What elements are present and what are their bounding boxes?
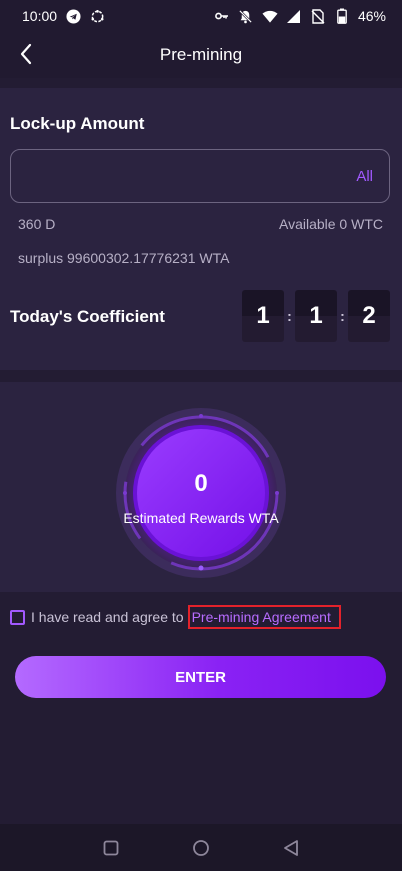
coefficient-label: Today's Coefficient — [10, 307, 165, 326]
lockup-amount-box: All — [10, 149, 390, 203]
home-circle-icon — [193, 839, 209, 856]
pre-mining-agreement-link[interactable]: Pre-mining Agreement — [187, 605, 341, 629]
coefficient-digit: 2 — [348, 290, 390, 342]
agreement-text: I have read and agree to — [31, 609, 184, 625]
all-button[interactable]: All — [356, 168, 373, 185]
battery-icon — [334, 8, 350, 24]
signal-icon — [286, 8, 302, 24]
nav-back-button[interactable] — [279, 836, 303, 860]
lockup-amount-input[interactable] — [27, 167, 349, 185]
lockup-card: Lock-up Amount All 360 D Available 0 WTC… — [0, 88, 402, 370]
agreement-row: I have read and agree to Pre-mining Agre… — [10, 604, 341, 630]
agreement-checkbox[interactable] — [10, 609, 25, 625]
coefficient-digit: 1 — [295, 290, 337, 342]
coefficient-separator: : — [340, 308, 345, 324]
surplus-text: surplus 99600302.17776231 WTA — [18, 250, 230, 266]
no-sim-icon — [310, 8, 326, 24]
status-left: 10:00 — [22, 8, 105, 24]
lockup-info-row: 360 D Available 0 WTC — [18, 216, 383, 232]
status-time: 10:00 — [22, 8, 58, 24]
back-triangle-icon — [284, 839, 298, 856]
telegram-icon — [65, 8, 81, 24]
estimated-rewards-label: Estimated Rewards WTA — [123, 510, 279, 526]
coefficient-separator: : — [287, 308, 292, 324]
status-right: 46% — [214, 8, 386, 24]
lockup-period: 360 D — [18, 216, 56, 232]
coefficient-display: 1 : 1 : 2 — [242, 290, 390, 342]
status-bar: 10:00 46% — [0, 0, 402, 32]
recents-button[interactable] — [99, 836, 123, 860]
back-button[interactable] — [12, 40, 40, 68]
estimated-rewards-value: 0 — [194, 470, 208, 497]
available-balance: Available 0 WTC — [278, 216, 383, 232]
sync-icon — [89, 8, 105, 24]
battery-percent: 46% — [357, 8, 386, 24]
lockup-title: Lock-up Amount — [10, 114, 145, 133]
wifi-icon — [262, 8, 278, 24]
recents-square-icon — [103, 840, 119, 855]
coefficient-digit: 1 — [242, 290, 284, 342]
page-title: Pre-mining — [159, 45, 243, 64]
enter-button[interactable]: ENTER — [15, 656, 386, 698]
rewards-card: 0 Estimated Rewards WTA — [0, 382, 402, 592]
system-nav-bar — [0, 824, 402, 871]
chevron-left-icon — [20, 43, 32, 65]
app-header: Pre-mining — [0, 32, 402, 78]
key-icon — [214, 8, 230, 24]
bell-off-icon — [238, 8, 254, 24]
home-button[interactable] — [189, 836, 213, 860]
